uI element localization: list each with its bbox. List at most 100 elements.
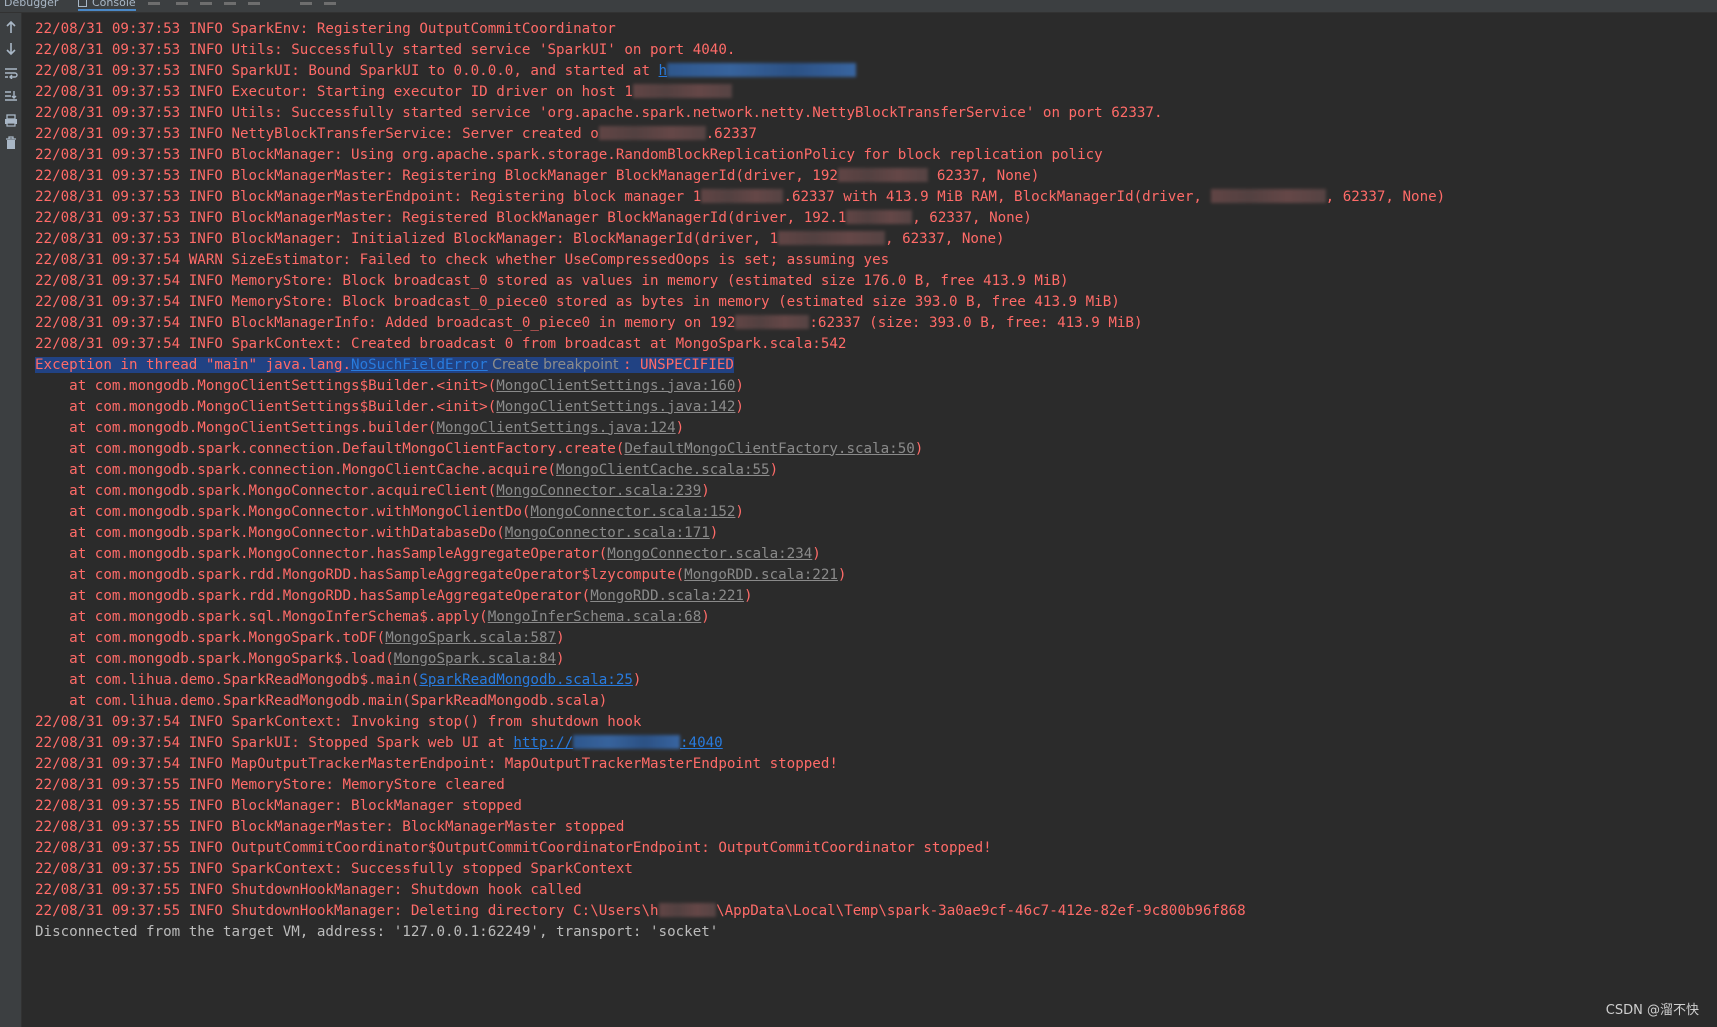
console-toolbar — [0, 13, 22, 1027]
source-link[interactable]: DefaultMongoClientFactory.scala:50 — [624, 441, 914, 457]
arrow-up-icon[interactable] — [0, 16, 21, 38]
source-link[interactable]: MongoConnector.scala:234 — [607, 546, 812, 562]
redacted-text — [573, 734, 680, 749]
log-text: 22/08/31 09:37:54 INFO SparkContext: Cre… — [35, 335, 847, 352]
source-link[interactable]: MongoInferSchema.scala:68 — [488, 609, 702, 625]
log-text: 22/08/31 09:37:54 INFO SparkContext: Inv… — [35, 713, 642, 730]
log-text: ) — [914, 440, 924, 457]
log-line: at com.lihua.demo.SparkReadMongodb.main(… — [35, 690, 607, 713]
log-line: at com.mongodb.spark.MongoConnector.with… — [35, 522, 718, 545]
log-line: at com.mongodb.spark.MongoConnector.acqu… — [35, 480, 710, 503]
source-link[interactable]: MongoConnector.scala:239 — [496, 483, 701, 499]
log-line: 22/08/31 09:37:53 INFO SparkUI: Bound Sp… — [35, 60, 857, 83]
source-link[interactable]: MongoRDD.scala:221 — [590, 588, 744, 604]
log-line: 22/08/31 09:37:55 INFO MemoryStore: Memo… — [35, 774, 505, 797]
log-line: at com.mongodb.MongoClientSettings.build… — [35, 417, 684, 440]
log-line: 22/08/31 09:37:53 INFO Utils: Successful… — [35, 102, 1163, 125]
arrow-down-icon[interactable] — [0, 38, 21, 60]
log-line: 22/08/31 09:37:54 INFO SparkContext: Inv… — [35, 711, 641, 734]
redacted-text — [667, 62, 857, 77]
log-text: 22/08/31 09:37:54 INFO MemoryStore: Bloc… — [35, 293, 1120, 310]
log-text: 22/08/31 09:37:53 INFO BlockManager: Usi… — [35, 146, 1103, 163]
toolbar-icon[interactable] — [200, 2, 212, 5]
source-link[interactable]: MongoRDD.scala:221 — [684, 567, 838, 583]
exception-line: Exception in thread "main" java.lang.NoS… — [35, 354, 734, 377]
log-text: at com.mongodb.spark.rdd.MongoRDD.hasSam… — [35, 566, 685, 583]
log-text: ) — [735, 377, 744, 394]
log-text: 22/08/31 09:37:53 INFO BlockManagerMaste… — [35, 167, 838, 184]
log-line: at com.mongodb.spark.MongoConnector.with… — [35, 501, 744, 524]
toolbar-icon[interactable] — [324, 2, 336, 5]
toolbar-icon[interactable] — [224, 2, 236, 5]
log-text: at com.mongodb.spark.MongoSpark.toDF( — [35, 629, 386, 646]
log-text: ) — [675, 419, 685, 436]
log-line: at com.mongodb.spark.connection.DefaultM… — [35, 438, 923, 461]
log-line: 22/08/31 09:37:54 INFO MemoryStore: Bloc… — [35, 270, 1069, 293]
source-link[interactable]: MongoSpark.scala:587 — [385, 630, 556, 646]
toolbar-icon[interactable] — [176, 2, 188, 5]
log-text: ) — [556, 629, 565, 646]
source-link[interactable]: http:// — [513, 735, 573, 751]
log-line: 22/08/31 09:37:55 INFO ShutdownHookManag… — [35, 900, 1246, 923]
log-text: ) — [837, 566, 847, 583]
tab-console[interactable]: Console — [78, 0, 136, 11]
tool-window-header: Debugger Console — [0, 0, 1717, 13]
source-link[interactable]: :4040 — [680, 735, 723, 751]
source-link[interactable]: NoSuchFieldError — [351, 357, 488, 373]
redacted-text — [846, 209, 913, 224]
log-text: 62337, None) — [928, 167, 1040, 184]
log-line: 22/08/31 09:37:53 INFO BlockManagerMaste… — [35, 186, 1445, 209]
redacted-text — [658, 902, 717, 917]
log-text: .62337 with 413.9 MiB RAM, BlockManagerI… — [783, 188, 1211, 205]
source-link[interactable]: MongoClientCache.scala:55 — [556, 462, 770, 478]
source-link[interactable]: MongoSpark.scala:84 — [394, 651, 556, 667]
source-link[interactable]: MongoConnector.scala:152 — [530, 504, 735, 520]
print-icon[interactable] — [0, 109, 21, 131]
log-line: at com.lihua.demo.SparkReadMongodb$.main… — [35, 669, 641, 692]
log-text: at com.mongodb.spark.MongoSpark$.load( — [35, 650, 394, 667]
source-link[interactable]: SparkReadMongodb.scala:25 — [419, 672, 633, 688]
tab-debugger[interactable]: Debugger — [4, 0, 58, 9]
log-text: 22/08/31 09:37:53 INFO SparkEnv: Registe… — [35, 20, 616, 37]
log-text: ) — [769, 461, 779, 478]
log-line: 22/08/31 09:37:53 INFO BlockManager: Usi… — [35, 144, 1103, 167]
log-text: \AppData\Local\Temp\spark-3a0ae9cf-46c7-… — [716, 902, 1246, 919]
log-text: at com.mongodb.spark.connection.DefaultM… — [35, 440, 625, 457]
log-text: 22/08/31 09:37:55 INFO ShutdownHookManag… — [35, 902, 659, 919]
source-link[interactable]: MongoConnector.scala:171 — [505, 525, 710, 541]
log-line: 22/08/31 09:37:55 INFO ShutdownHookManag… — [35, 879, 582, 902]
toolbar-icon[interactable] — [300, 2, 312, 5]
redacted-text — [778, 230, 885, 245]
trash-icon[interactable] — [0, 132, 21, 154]
log-text: 22/08/31 09:37:53 INFO BlockManagerMaste… — [35, 209, 847, 226]
soft-wrap-icon[interactable] — [0, 62, 21, 84]
selection-highlight: Exception in thread "main" java.lang.NoS… — [35, 356, 734, 373]
log-text: at com.lihua.demo.SparkReadMongodb.main(… — [35, 692, 608, 709]
log-text: at com.mongodb.spark.MongoConnector.hasS… — [35, 545, 608, 562]
log-line: at com.mongodb.spark.sql.MongoInferSchem… — [35, 606, 710, 629]
create-breakpoint-hint[interactable]: Create breakpoint — [488, 357, 623, 373]
toolbar-icon[interactable] — [248, 2, 260, 5]
source-link[interactable]: MongoClientSettings.java:142 — [496, 399, 735, 415]
redacted-text — [837, 167, 929, 182]
log-line: 22/08/31 09:37:55 INFO BlockManagerMaste… — [35, 816, 624, 839]
log-line: 22/08/31 09:37:54 INFO SparkContext: Cre… — [35, 333, 846, 356]
toolbar-icon[interactable] — [148, 2, 160, 5]
tab-console-label: Console — [92, 0, 136, 9]
source-link[interactable]: h — [659, 63, 668, 79]
log-line: at com.mongodb.spark.connection.MongoCli… — [35, 459, 778, 482]
log-text: 22/08/31 09:37:55 INFO SparkContext: Suc… — [35, 860, 633, 877]
log-text: ) — [701, 482, 710, 499]
source-link[interactable]: MongoClientSettings.java:124 — [436, 420, 675, 436]
redacted-text — [735, 314, 810, 329]
log-text: 22/08/31 09:37:55 INFO OutputCommitCoord… — [35, 839, 992, 856]
log-text: 22/08/31 09:37:54 INFO SparkUI: Stopped … — [35, 734, 514, 751]
scroll-to-end-icon[interactable] — [0, 85, 21, 107]
console-output[interactable]: 22/08/31 09:37:53 INFO SparkEnv: Registe… — [22, 13, 1717, 1027]
source-link[interactable]: MongoClientSettings.java:160 — [496, 378, 735, 394]
log-text: at com.lihua.demo.SparkReadMongodb$.main… — [35, 671, 420, 688]
log-text: at com.mongodb.spark.sql.MongoInferSchem… — [35, 608, 488, 625]
log-text: 22/08/31 09:37:55 INFO BlockManager: Blo… — [35, 797, 522, 814]
log-line: 22/08/31 09:37:53 INFO NettyBlockTransfe… — [35, 123, 757, 146]
log-text: Exception in thread "main" java.lang. — [35, 356, 352, 373]
